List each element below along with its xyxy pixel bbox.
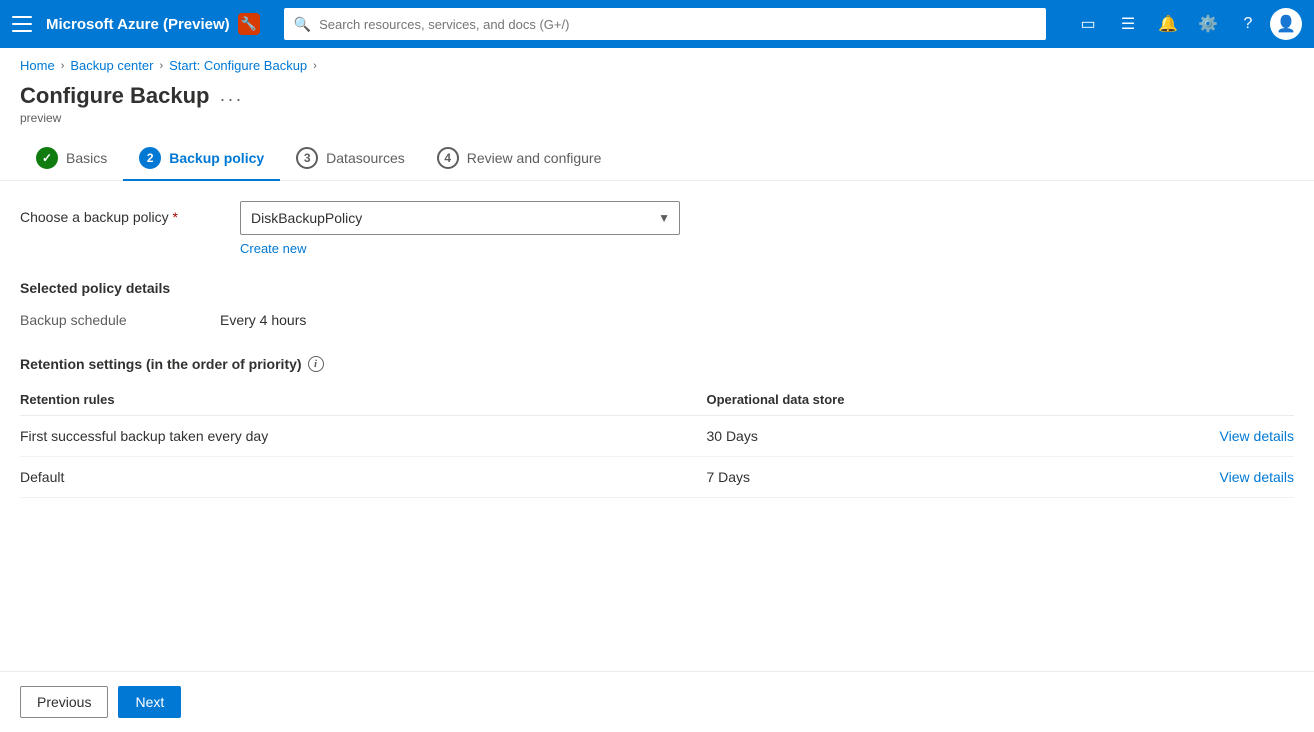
tab-backup-policy[interactable]: 2 Backup policy [123, 137, 280, 181]
policy-form-row: Choose a backup policy * DiskBackupPolic… [20, 201, 1294, 256]
col-operational-store: Operational data store [706, 384, 1088, 416]
notifications-icon[interactable]: 🔔 [1150, 6, 1186, 42]
view-details-link-2[interactable]: View details [1088, 457, 1294, 498]
tab-review[interactable]: 4 Review and configure [421, 137, 618, 181]
store-value-2: 7 Days [706, 457, 1088, 498]
tab-datasources-num: 3 [296, 147, 318, 169]
table-row: First successful backup taken every day … [20, 416, 1294, 457]
search-bar[interactable]: 🔍 [284, 8, 1046, 40]
tab-policy-label: Backup policy [169, 150, 264, 166]
view-details-link-1[interactable]: View details [1088, 416, 1294, 457]
app-title: Microsoft Azure (Preview) [46, 16, 230, 33]
tab-policy-num: 2 [139, 147, 161, 169]
content-area: Choose a backup policy * DiskBackupPolic… [0, 201, 1314, 585]
policy-select[interactable]: DiskBackupPolicy [240, 201, 680, 235]
backup-schedule-label: Backup schedule [20, 312, 220, 328]
previous-button[interactable]: Previous [20, 686, 108, 718]
store-value-1: 30 Days [706, 416, 1088, 457]
policy-label: Choose a backup policy * [20, 201, 220, 225]
backup-schedule-row: Backup schedule Every 4 hours [20, 312, 1294, 328]
azure-badge: 🔧 [238, 13, 260, 35]
portal-menu-icon[interactable]: ☰ [1110, 6, 1146, 42]
breadcrumb-sep-2: › [159, 60, 163, 72]
footer: Previous Next [0, 671, 1314, 732]
breadcrumb-sep-1: › [61, 60, 65, 72]
col-actions [1088, 384, 1294, 416]
col-retention-rules: Retention rules [20, 384, 706, 416]
breadcrumb: Home › Backup center › Start: Configure … [0, 48, 1314, 83]
backup-schedule-value: Every 4 hours [220, 312, 306, 328]
settings-icon[interactable]: ⚙️ [1190, 6, 1226, 42]
breadcrumb-configure[interactable]: Start: Configure Backup [169, 58, 307, 73]
topbar-icons: ▭ ☰ 🔔 ⚙️ ? 👤 [1070, 6, 1302, 42]
avatar[interactable]: 👤 [1270, 8, 1302, 40]
cloud-shell-icon[interactable]: ▭ [1070, 6, 1106, 42]
policy-select-wrapper: DiskBackupPolicy ▼ [240, 201, 680, 235]
policy-details-title: Selected policy details [20, 280, 1294, 296]
rule-name-2: Default [20, 457, 706, 498]
retention-table: Retention rules Operational data store F… [20, 384, 1294, 498]
search-input[interactable] [319, 17, 1036, 32]
help-icon[interactable]: ? [1230, 6, 1266, 42]
breadcrumb-sep-3: › [313, 60, 317, 72]
ellipsis-menu[interactable]: ··· [219, 89, 243, 110]
hamburger-menu[interactable] [12, 14, 32, 34]
next-button[interactable]: Next [118, 686, 181, 718]
tab-review-label: Review and configure [467, 150, 602, 166]
tabs: ✓ Basics 2 Backup policy 3 Datasources 4… [0, 137, 1314, 181]
tab-basics-label: Basics [66, 150, 107, 166]
breadcrumb-home[interactable]: Home [20, 58, 55, 73]
required-star: * [173, 209, 178, 225]
main-area: Home › Backup center › Start: Configure … [0, 48, 1314, 732]
table-row: Default 7 Days View details [20, 457, 1294, 498]
breadcrumb-backup-center[interactable]: Backup center [70, 58, 153, 73]
tab-basics-num: ✓ [36, 147, 58, 169]
tab-datasources[interactable]: 3 Datasources [280, 137, 421, 181]
tab-review-num: 4 [437, 147, 459, 169]
page-header: Configure Backup preview ··· [0, 83, 1314, 137]
create-new-link[interactable]: Create new [240, 241, 306, 256]
page-title: Configure Backup [20, 83, 209, 109]
info-icon[interactable]: i [308, 356, 324, 372]
rule-name-1: First successful backup taken every day [20, 416, 706, 457]
tab-basics[interactable]: ✓ Basics [20, 137, 123, 181]
retention-title: Retention settings (in the order of prio… [20, 356, 1294, 372]
tab-datasources-label: Datasources [326, 150, 405, 166]
search-icon: 🔍 [294, 16, 311, 33]
topbar: Microsoft Azure (Preview) 🔧 🔍 ▭ ☰ 🔔 ⚙️ ?… [0, 0, 1314, 48]
policy-control: DiskBackupPolicy ▼ Create new [240, 201, 680, 256]
page-subtitle: preview [20, 111, 209, 125]
